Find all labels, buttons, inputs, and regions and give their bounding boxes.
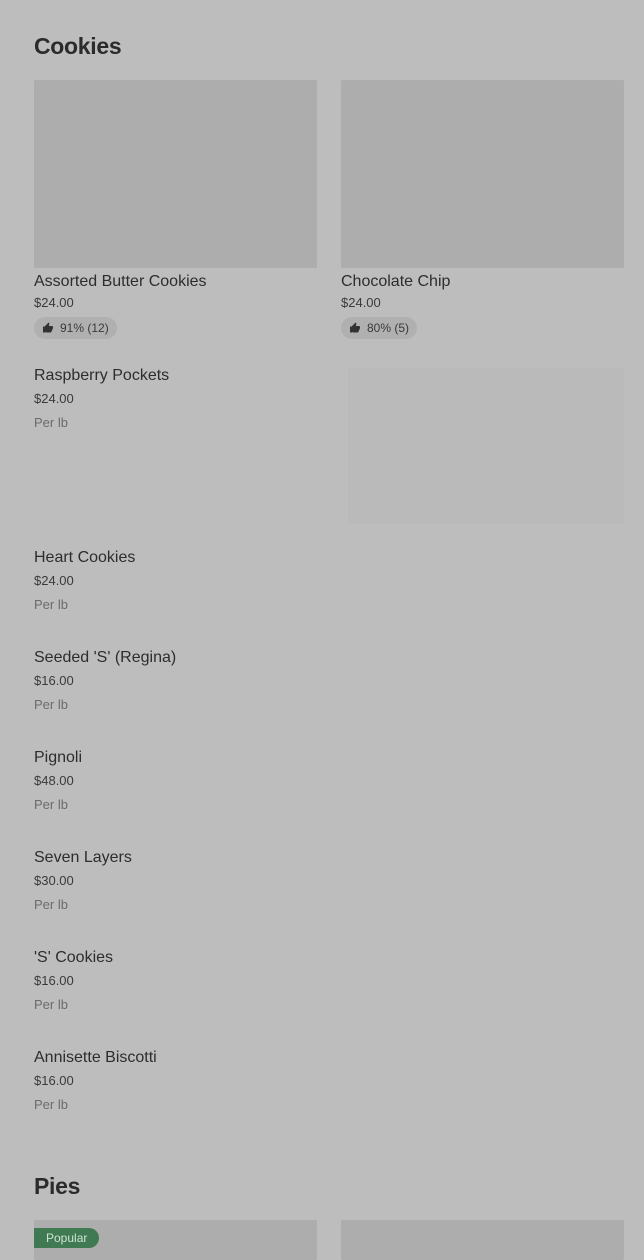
menu-item-annisette-biscotti[interactable]: Annisette Biscotti $16.00 Per lb	[34, 1048, 334, 1113]
item-unit: Per lb	[34, 897, 68, 912]
menu-item-seeded-s-regina[interactable]: Seeded 'S' (Regina) $16.00 Per lb	[34, 648, 334, 713]
item-unit: Per lb	[34, 697, 68, 712]
product-price: $24.00	[34, 295, 74, 310]
thumbs-up-icon	[350, 322, 360, 333]
popular-badge: Popular	[34, 1228, 100, 1248]
rating-badge: 91% (12)	[34, 317, 117, 339]
item-name: 'S' Cookies	[34, 949, 114, 966]
item-price: $16.00	[34, 1073, 74, 1088]
menu-item-raspberry-pockets[interactable]: Raspberry Pockets $24.00 Per lb	[34, 366, 334, 431]
item-price: $24.00	[34, 573, 74, 588]
product-image[interactable]	[341, 80, 624, 268]
thumbs-up-icon	[43, 322, 53, 333]
section-title-cookies: Cookies	[34, 33, 122, 59]
menu-item-pignoli[interactable]: Pignoli $48.00 Per lb	[34, 748, 334, 813]
item-unit: Per lb	[34, 415, 68, 430]
menu-item-image[interactable]	[348, 368, 624, 524]
product-image[interactable]	[34, 80, 317, 268]
product-card-assorted-butter-cookies[interactable]: Assorted Butter Cookies $24.00 91% (12)	[34, 80, 317, 339]
rating-badge: 80% (5)	[341, 317, 418, 339]
item-name: Annisette Biscotti	[34, 1049, 157, 1066]
menu-item-heart-cookies[interactable]: Heart Cookies $24.00 Per lb	[34, 548, 334, 613]
product-card-pie-2[interactable]	[341, 1220, 624, 1260]
item-name: Pignoli	[34, 749, 83, 766]
item-unit: Per lb	[34, 1097, 68, 1112]
item-price: $30.00	[34, 873, 74, 888]
product-price: $24.00	[341, 295, 381, 310]
item-name: Seeded 'S' (Regina)	[34, 649, 177, 666]
product-card-pie-1[interactable]: Popular	[34, 1220, 317, 1260]
section-title-pies: Pies	[34, 1173, 81, 1199]
item-name: Seven Layers	[34, 849, 132, 866]
item-unit: Per lb	[34, 797, 68, 812]
item-name: Raspberry Pockets	[34, 367, 170, 384]
rating-text: 80% (5)	[367, 321, 410, 335]
menu-item-seven-layers[interactable]: Seven Layers $30.00 Per lb	[34, 848, 334, 913]
product-card-chocolate-chip[interactable]: Chocolate Chip $24.00 80% (5)	[341, 80, 624, 339]
item-price: $24.00	[34, 391, 74, 406]
product-name: Chocolate Chip	[341, 273, 451, 290]
item-name: Heart Cookies	[34, 549, 136, 566]
item-unit: Per lb	[34, 597, 68, 612]
item-price: $48.00	[34, 773, 74, 788]
item-unit: Per lb	[34, 997, 68, 1012]
product-name: Assorted Butter Cookies	[34, 273, 207, 290]
rating-text: 91% (12)	[60, 321, 109, 335]
menu-item-s-cookies[interactable]: 'S' Cookies $16.00 Per lb	[34, 948, 334, 1013]
item-price: $16.00	[34, 673, 74, 688]
item-price: $16.00	[34, 973, 74, 988]
